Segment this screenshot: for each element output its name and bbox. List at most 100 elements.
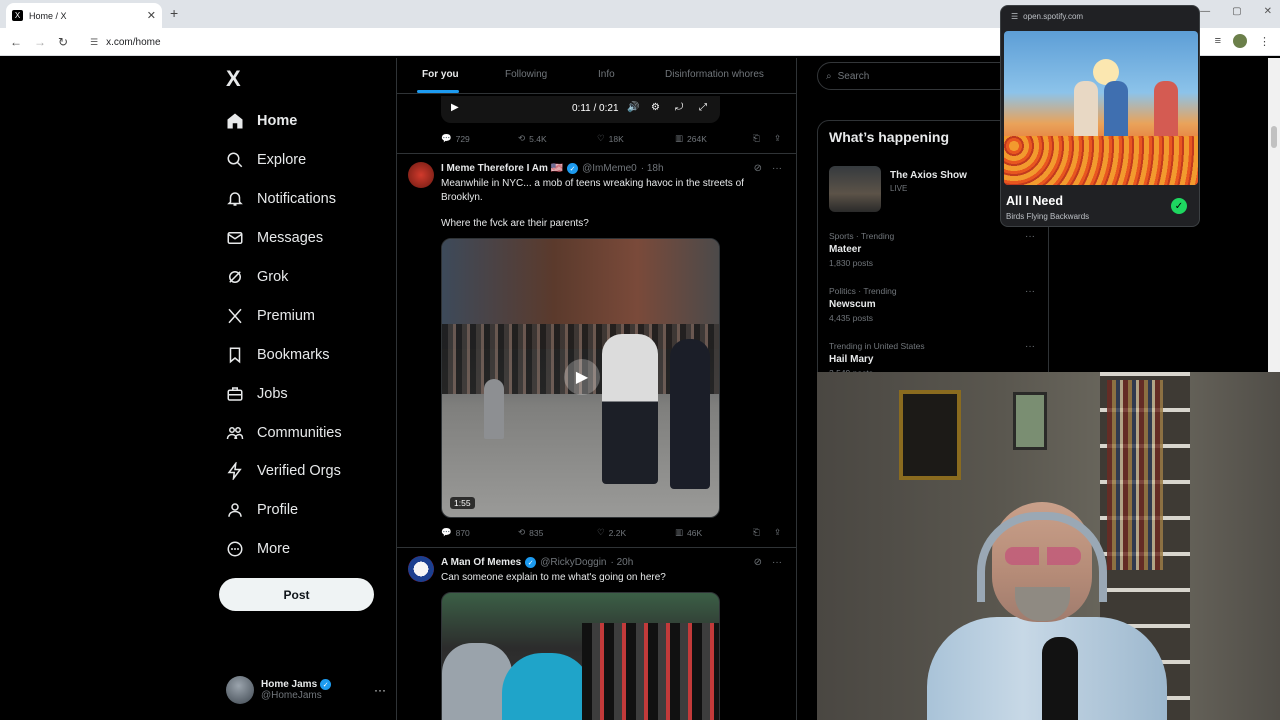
nav-verified-orgs[interactable]: Verified Orgs [226, 452, 342, 491]
mail-icon [226, 229, 244, 247]
album-art [1104, 81, 1128, 141]
x-logo-icon[interactable]: X [226, 66, 241, 92]
settings-icon[interactable]: ⚙ [651, 102, 660, 113]
scrollbar-thumb[interactable] [1271, 126, 1277, 148]
search-icon: ⌕ [826, 70, 832, 82]
spotify-popup[interactable]: ☰ open.spotify.com All I Need Birds Flyi… [1000, 5, 1200, 227]
reply-button[interactable]: 💬 729 [441, 133, 470, 144]
reload-icon[interactable]: ↻ [58, 35, 68, 49]
streamer [1005, 547, 1081, 565]
nav-grok[interactable]: Grok [226, 258, 342, 297]
forward-icon[interactable]: → [34, 35, 46, 49]
grok-icon[interactable]: ⊘ [754, 163, 762, 174]
more-icon[interactable]: ··· [772, 557, 782, 568]
like-button[interactable]: ♡ 18K [597, 133, 624, 144]
tweet-time[interactable]: · 18h [641, 163, 664, 174]
reply-icon: 💬 [441, 527, 452, 537]
verified-badge-icon: ✓ [320, 679, 332, 690]
trend-item[interactable]: Sports · Trending Mateer 1,830 posts ··· [829, 231, 1039, 268]
tab-following[interactable]: Following [505, 69, 547, 80]
avatar[interactable] [408, 162, 434, 188]
bookmark-button[interactable]: ⎗ [753, 527, 760, 538]
window-controls: — ▢ ✕ [1200, 6, 1272, 17]
video-time: 0:11 / 0:21 [572, 103, 619, 114]
tweet-tools: ⊘ ··· [754, 163, 782, 174]
like-button[interactable]: ♡ 2.2K [597, 527, 626, 538]
tweet-time[interactable]: · 20h [611, 557, 634, 568]
author-handle[interactable]: @RickyDoggin [540, 557, 606, 568]
tab-disinformation[interactable]: Disinformation whores [665, 69, 764, 80]
author-name[interactable]: I Meme Therefore I Am 🇺🇸 [441, 163, 563, 174]
nav-home[interactable]: Home [226, 102, 342, 141]
video-frame [502, 653, 592, 720]
browser-tab[interactable]: X Home / X ✕ [6, 3, 162, 28]
back-icon[interactable]: ← [10, 35, 22, 49]
new-tab-icon[interactable]: + [170, 5, 178, 21]
volume-icon[interactable]: 🔊 [627, 102, 639, 113]
close-tab-icon[interactable]: ✕ [147, 9, 156, 22]
saved-check-icon[interactable]: ✓ [1171, 198, 1187, 214]
repost-button[interactable]: ⟲ 835 [518, 527, 543, 538]
close-window-icon[interactable]: ✕ [1264, 6, 1272, 17]
rotate-icon[interactable]: ⤾ [675, 102, 683, 113]
tab-indicator [417, 90, 459, 93]
account-switcher[interactable]: Home Jams ✓ @HomeJams ··· [226, 674, 386, 706]
more-icon[interactable]: ··· [1025, 231, 1035, 242]
tab-title: Home / X [29, 10, 67, 21]
repost-button[interactable]: ⟲ 5.4K [518, 133, 547, 144]
nav-messages[interactable]: Messages [226, 219, 342, 258]
tab-for-you[interactable]: For you [422, 69, 459, 80]
live-event[interactable]: The Axios Show LIVE [829, 166, 967, 212]
briefcase-icon [226, 385, 244, 403]
search-placeholder: Search [837, 70, 870, 82]
nav-explore[interactable]: Explore [226, 141, 342, 180]
fullscreen-icon[interactable]: ⤢ [699, 102, 707, 113]
site-info-icon[interactable]: ☰ [90, 37, 98, 48]
page-scrollbar[interactable] [1268, 58, 1280, 372]
avatar [226, 676, 254, 704]
tweet-video[interactable]: ▶ 1:55 [441, 238, 720, 518]
more-icon[interactable]: ··· [374, 683, 386, 697]
more-icon[interactable]: ··· [772, 163, 782, 174]
address-bar[interactable]: ☰ x.com/home [82, 31, 1002, 53]
post-button[interactable]: Post [219, 578, 374, 611]
share-button[interactable]: ⇪ [774, 527, 781, 538]
tab-info[interactable]: Info [598, 69, 615, 80]
nav-more[interactable]: More [226, 530, 342, 569]
tweet-header: I Meme Therefore I Am 🇺🇸 ✓ @ImMeme0 · 18… [441, 163, 664, 174]
avatar[interactable] [408, 556, 434, 582]
event-name: The Axios Show [890, 170, 967, 181]
play-icon[interactable]: ▶ [451, 102, 459, 113]
home-icon [226, 112, 244, 130]
event-thumbnail [829, 166, 881, 212]
bookmark-button[interactable]: ⎗ [753, 133, 760, 144]
nav-premium[interactable]: Premium [226, 296, 342, 335]
trend-item[interactable]: Politics · Trending Newscum 4,435 posts … [829, 286, 1039, 323]
more-icon[interactable]: ··· [1025, 286, 1035, 297]
play-icon[interactable]: ▶ [564, 359, 600, 395]
grok-icon[interactable]: ⊘ [754, 557, 762, 568]
share-button[interactable]: ⇪ [774, 133, 781, 144]
site-info-icon: ☰ [1011, 12, 1019, 21]
author-handle[interactable]: @ImMeme0 [582, 163, 637, 174]
reply-button[interactable]: 💬 870 [441, 527, 470, 538]
profile-avatar-icon[interactable] [1233, 34, 1247, 48]
nav-notifications[interactable]: Notifications [226, 180, 342, 219]
account-handle: @HomeJams [261, 690, 322, 701]
album-art [1074, 81, 1098, 141]
more-icon[interactable]: ··· [1025, 341, 1035, 352]
x-icon [226, 307, 244, 325]
nav-jobs[interactable]: Jobs [226, 374, 342, 413]
author-name[interactable]: A Man Of Memes [441, 557, 521, 568]
media-controls-icon[interactable]: ≡ [1215, 35, 1221, 47]
tweet-video[interactable] [441, 592, 720, 720]
views-button[interactable]: ▥ 46K [675, 527, 702, 538]
views-button[interactable]: ▥ 264K [675, 133, 707, 144]
minimize-icon[interactable]: — [1200, 6, 1210, 17]
browser-menu-icon[interactable]: ⋮ [1259, 35, 1270, 48]
tweet-tools: ⊘ ··· [754, 557, 782, 568]
nav-communities[interactable]: Communities [226, 413, 342, 452]
maximize-icon[interactable]: ▢ [1232, 6, 1241, 17]
nav-bookmarks[interactable]: Bookmarks [226, 335, 342, 374]
nav-profile[interactable]: Profile [226, 491, 342, 530]
